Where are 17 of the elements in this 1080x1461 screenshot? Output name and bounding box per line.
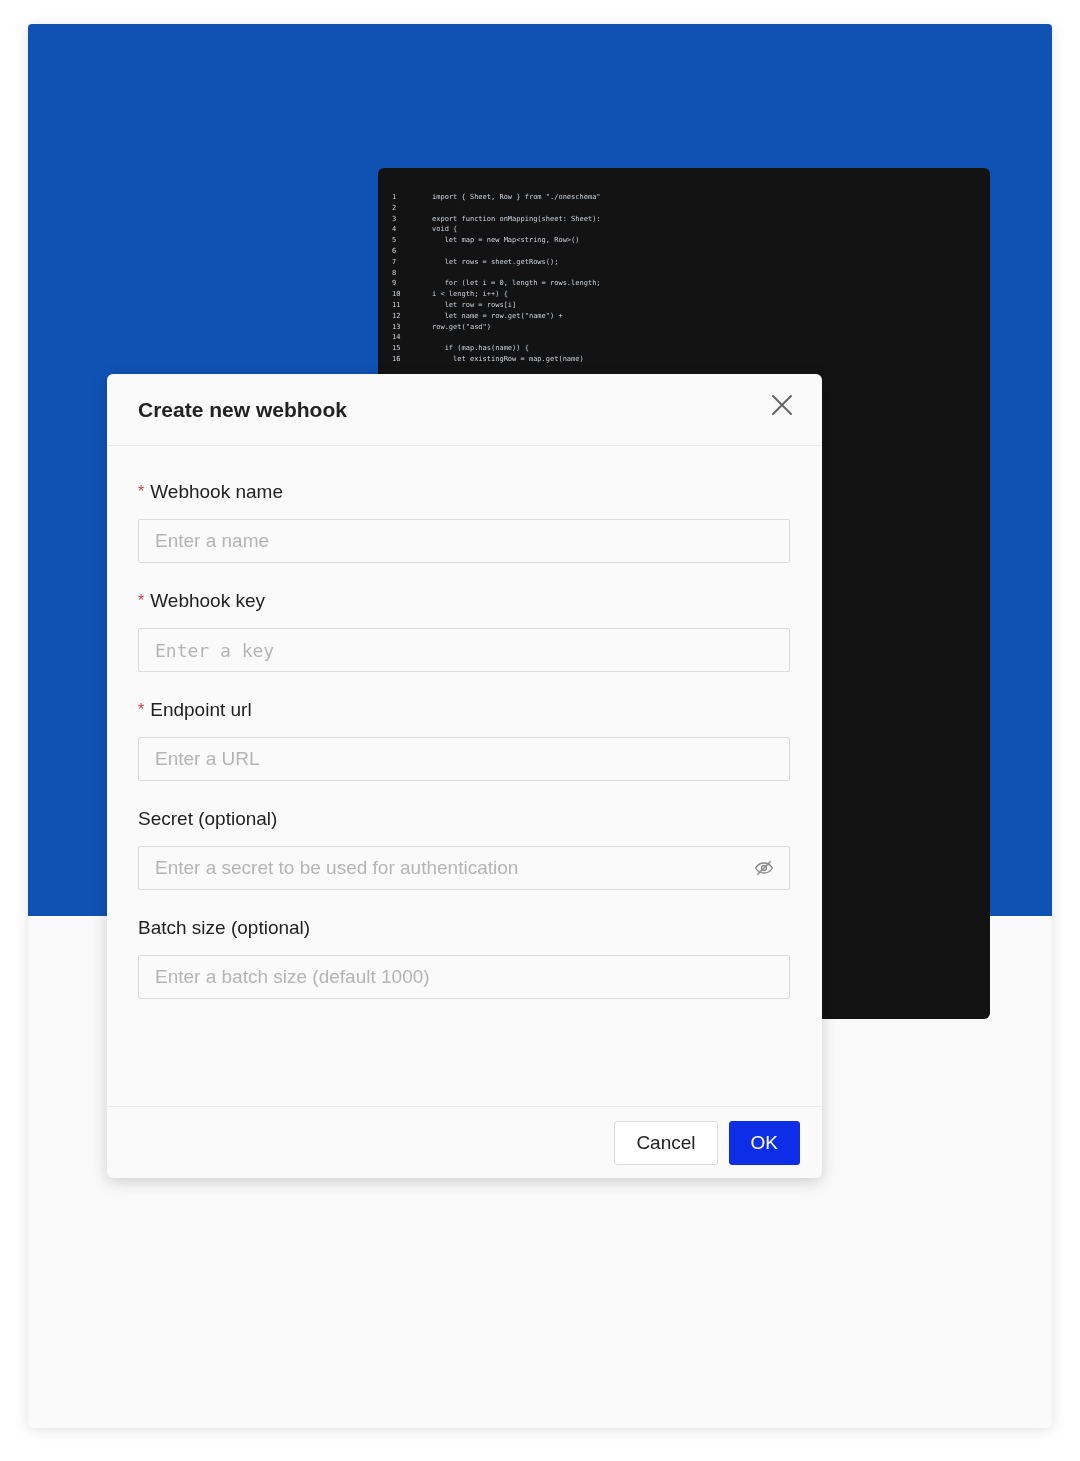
ok-button[interactable]: OK bbox=[728, 1120, 800, 1165]
required-mark: * bbox=[138, 701, 145, 719]
input-field[interactable]: Enter a URL bbox=[138, 737, 790, 781]
secret-field[interactable]: Enter a secret to be used for authentication bbox=[138, 846, 790, 890]
input-field[interactable]: Enter a batch size (default 1000) bbox=[138, 955, 790, 999]
input-field[interactable]: Enter a key bbox=[138, 628, 790, 672]
field-label: Batch size (optional) bbox=[138, 917, 311, 939]
field-label: Secret (optional) bbox=[138, 808, 278, 830]
field-label: Endpoint url bbox=[150, 699, 252, 721]
field-label: Webhook name bbox=[150, 481, 283, 503]
dialog-title: Create new webhook bbox=[138, 397, 347, 422]
input-field[interactable]: Enter a name bbox=[138, 519, 790, 563]
eye-off-icon[interactable] bbox=[754, 858, 774, 878]
required-mark: * bbox=[138, 483, 145, 501]
cancel-button[interactable]: Cancel bbox=[614, 1120, 718, 1165]
required-mark: * bbox=[138, 592, 145, 610]
field-label: Webhook key bbox=[150, 590, 265, 612]
